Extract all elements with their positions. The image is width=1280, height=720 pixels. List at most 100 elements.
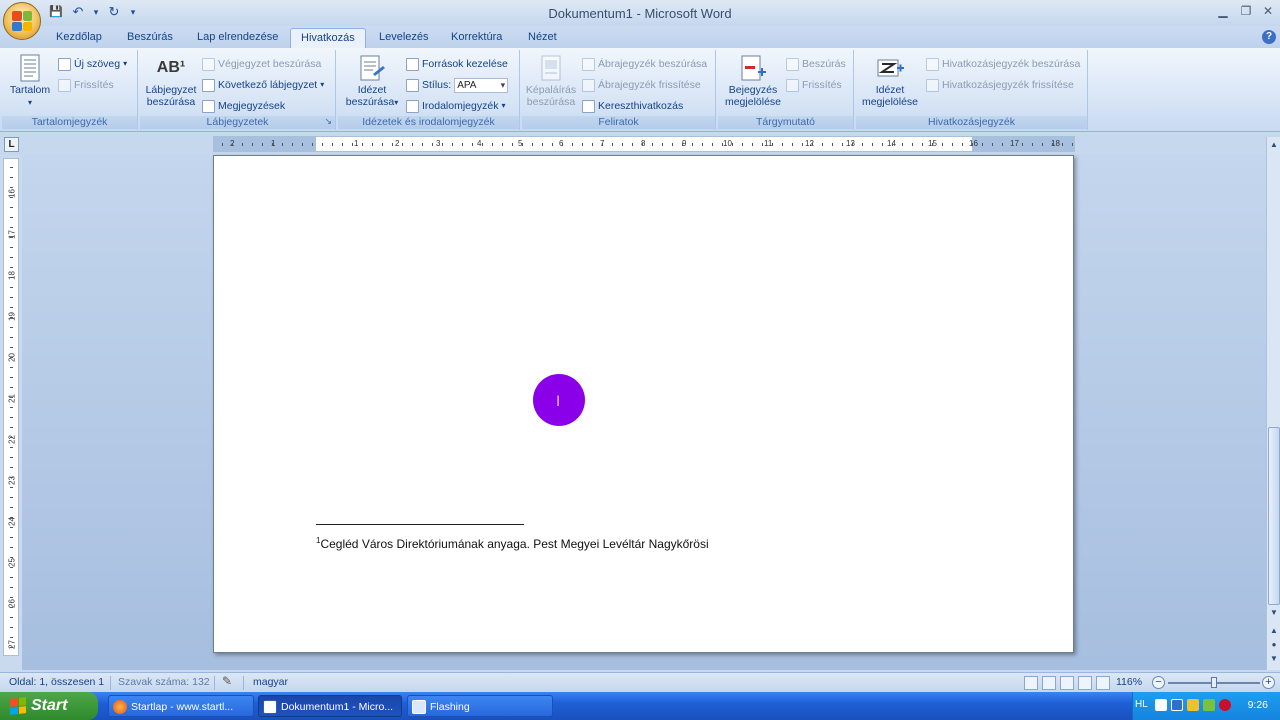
tab-review[interactable]: Korrektúra (441, 28, 512, 48)
next-footnote-button[interactable]: Következő lábjegyzet ▾ (202, 77, 324, 93)
scroll-up-icon[interactable]: ▲ (1268, 139, 1280, 151)
ruler-tick (10, 377, 13, 378)
insert-table-of-authorities-button[interactable]: Hivatkozásjegyzék beszúrása (926, 56, 1080, 72)
mark-citation-button[interactable]: Idézet megjelölése (858, 54, 922, 108)
bibliography-button[interactable]: Irodalomjegyzék ▾ (406, 98, 505, 114)
tab-references[interactable]: Hivatkozás (290, 28, 366, 48)
dialog-launcher-icon[interactable]: ↘ (324, 116, 332, 127)
add-text-button[interactable]: Új szöveg ▾ (58, 56, 127, 72)
vertical-scrollbar[interactable]: ▲ ▼ ▲ ● ▼ (1266, 137, 1280, 670)
zoom-in-icon[interactable]: + (1262, 676, 1275, 689)
insert-endnote-button[interactable]: Végjegyzet beszúrása (202, 56, 321, 72)
tray-security-icon[interactable] (1187, 699, 1199, 711)
cross-reference-icon (582, 99, 595, 113)
ruler-tick (742, 143, 743, 146)
horizontal-ruler[interactable]: 21123456789101112131415161718 (213, 136, 1075, 152)
ruler-tick (10, 207, 13, 208)
minimize-button[interactable]: ▁ (1214, 4, 1232, 20)
tray-display-icon[interactable] (1171, 699, 1183, 711)
ruler-tick (482, 143, 483, 146)
document-page[interactable]: 1Cegléd Város Direktóriumának anyaga. Pe… (213, 155, 1074, 653)
tab-insert[interactable]: Beszúrás (117, 28, 183, 48)
ruler-tick (1002, 143, 1003, 146)
mark-citation-label-1: Idézet (875, 84, 905, 96)
zoom-level[interactable]: 116% (1116, 676, 1142, 688)
update-table-of-authorities-button[interactable]: Hivatkozásjegyzék frissítése (926, 77, 1074, 93)
cross-reference-button[interactable]: Kereszthivatkozás (582, 98, 683, 114)
office-logo-icon (12, 11, 32, 31)
insert-caption-label-1: Képaláírás (525, 84, 577, 96)
show-notes-icon (202, 99, 215, 113)
footnote[interactable]: 1Cegléd Város Direktóriumának anyaga. Pe… (316, 536, 709, 551)
proofing-icon[interactable]: ✎ (222, 674, 232, 688)
ruler-tick (782, 143, 783, 146)
restore-button[interactable]: ❐ (1237, 4, 1255, 20)
ruler-tick (10, 587, 13, 588)
update-index-button[interactable]: Frissítés (786, 77, 842, 93)
taskbar-item-word[interactable]: Dokumentum1 - Micro... (258, 695, 402, 717)
tab-mailings[interactable]: Levelezés (369, 28, 439, 48)
ruler-tick (612, 143, 613, 146)
outline-view-icon[interactable] (1078, 676, 1092, 690)
insert-footnote-button[interactable]: AB¹ Lábjegyzet beszúrása (144, 54, 198, 108)
manage-sources-button[interactable]: Források kezelése (406, 56, 508, 72)
print-layout-view-icon[interactable] (1024, 676, 1038, 690)
tray-network-icon[interactable] (1155, 699, 1167, 711)
ruler-tick (10, 557, 13, 558)
scroll-down-icon[interactable]: ▼ (1268, 607, 1280, 619)
refresh-icon (58, 78, 71, 92)
start-button[interactable]: Start (0, 692, 98, 720)
vertical-ruler[interactable]: 161718192021222324252627 (3, 158, 19, 656)
taskbar-item-browser[interactable]: Startlap - www.startl... (108, 695, 254, 717)
office-button[interactable] (3, 2, 41, 40)
firefox-icon (113, 700, 127, 714)
zoom-slider-thumb[interactable] (1211, 677, 1217, 688)
taskbar-item-flashing[interactable]: Flashing (407, 695, 553, 717)
insert-index-button[interactable]: Beszúrás (786, 56, 846, 72)
insert-citation-button[interactable]: Idézet beszúrása▾ (342, 54, 402, 109)
page-count-status[interactable]: Oldal: 1, összesen 1 (9, 676, 104, 688)
help-icon[interactable]: ? (1262, 30, 1276, 44)
insert-table-of-figures-button[interactable]: Ábrajegyzék beszúrása (582, 56, 707, 72)
update-table-of-figures-button[interactable]: Ábrajegyzék frissítése (582, 77, 701, 93)
ruler-tick (10, 307, 13, 308)
tray-antivirus-icon[interactable] (1219, 699, 1231, 711)
tab-selector[interactable]: L (4, 137, 19, 152)
select-browse-object-icon[interactable]: ● (1268, 639, 1280, 651)
manage-sources-icon (406, 57, 419, 71)
tab-view[interactable]: Nézet (518, 28, 567, 48)
update-table-icon (582, 78, 595, 92)
ruler-tick (10, 167, 13, 168)
next-page-icon[interactable]: ▼ (1268, 653, 1280, 665)
style-dropdown[interactable]: APA (454, 77, 509, 93)
tab-page-layout[interactable]: Lap elrendezése (187, 28, 288, 48)
word-count-status[interactable]: Szavak száma: 132 (118, 676, 210, 688)
previous-page-icon[interactable]: ▲ (1268, 625, 1280, 637)
ruler-tick (1032, 143, 1033, 146)
tray-app-icon[interactable] (1203, 699, 1215, 711)
ruler-tick (842, 143, 843, 146)
web-layout-icon[interactable] (1060, 676, 1074, 690)
ruler-tick (392, 143, 393, 146)
ruler-tick (362, 143, 363, 146)
tab-home[interactable]: Kezdőlap (46, 28, 112, 48)
zoom-out-icon[interactable]: − (1152, 676, 1165, 689)
ruler-tick (462, 143, 463, 146)
input-language[interactable]: HL (1135, 699, 1148, 710)
start-label: Start (31, 697, 68, 714)
mark-entry-button[interactable]: Bejegyzés megjelölése (722, 54, 784, 108)
ruler-number: 16 (969, 139, 978, 148)
language-status[interactable]: magyar (253, 676, 288, 688)
show-notes-button[interactable]: Megjegyzések (202, 98, 285, 114)
update-toc-button[interactable]: Frissítés (58, 77, 114, 93)
table-of-contents-button[interactable]: Tartalom ▾ (8, 54, 52, 109)
close-button[interactable]: ✕ (1259, 4, 1277, 20)
ruler-tick (10, 387, 13, 388)
insert-caption-button[interactable]: Képaláírás beszúrása (524, 54, 578, 108)
taskbar-item-word-label: Dokumentum1 - Micro... (281, 701, 394, 713)
ruler-tick (10, 317, 13, 318)
ruler-tick (10, 237, 13, 238)
full-screen-reading-icon[interactable] (1042, 676, 1056, 690)
scrollbar-thumb[interactable] (1268, 427, 1280, 605)
draft-view-icon[interactable] (1096, 676, 1110, 690)
